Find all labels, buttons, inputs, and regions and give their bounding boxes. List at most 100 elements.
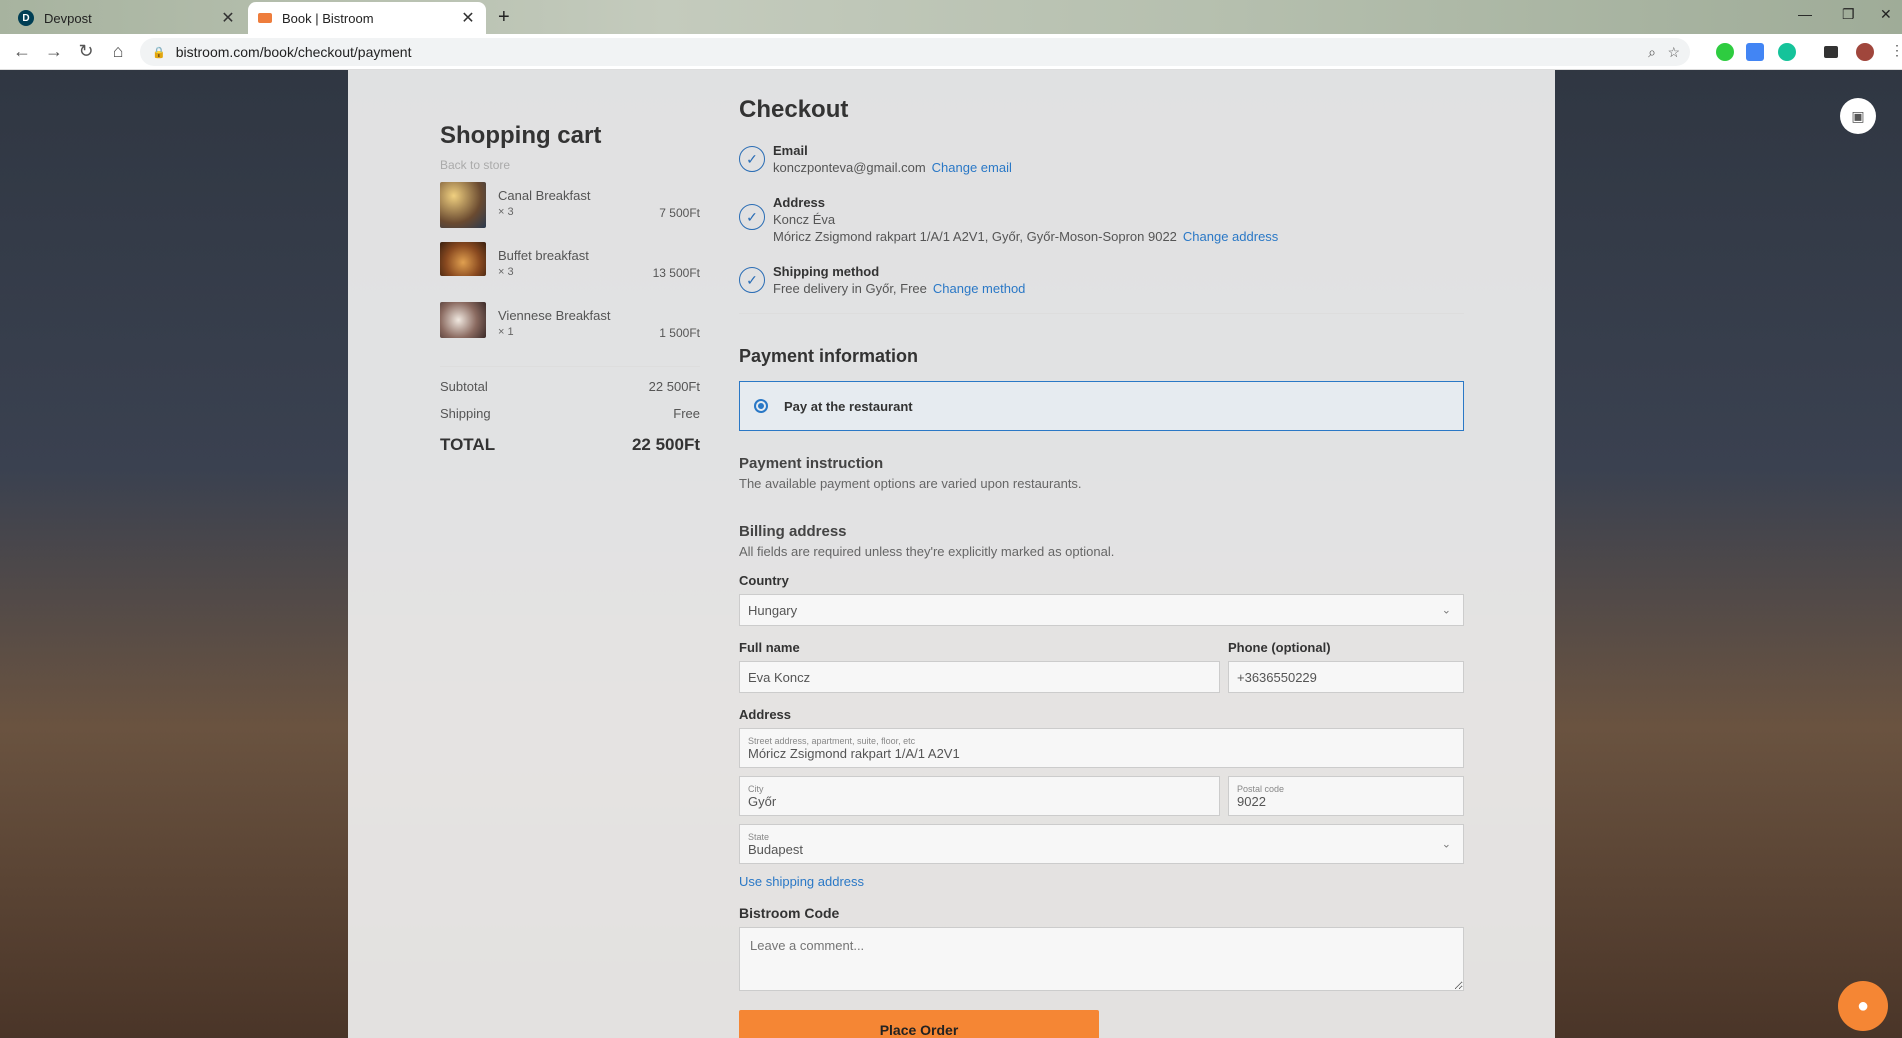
phone-label: Phone (optional) <box>1228 640 1331 655</box>
item-quantity: × 1 <box>498 326 514 338</box>
change-address-link[interactable]: Change address <box>1183 229 1278 244</box>
change-email-link[interactable]: Change email <box>932 160 1012 175</box>
subtotal-row: Subtotal 22 500Ft <box>440 379 700 394</box>
instruction-title: Payment instruction <box>739 455 884 472</box>
tab-title: Book | Bistroom <box>282 10 374 26</box>
url-text: bistroom.com/book/checkout/payment <box>175 44 412 60</box>
devpost-favicon-icon: D <box>18 10 34 26</box>
street-hint: Street address, apartment, suite, floor,… <box>748 735 916 746</box>
place-order-button[interactable]: Place Order <box>739 1010 1099 1038</box>
check-icon: ✓ <box>739 146 765 172</box>
bookmark-star-icon[interactable]: ☆ <box>1667 44 1680 61</box>
chevron-down-icon: ⌄ <box>1441 838 1451 851</box>
change-method-link[interactable]: Change method <box>933 281 1026 296</box>
divider <box>739 313 1464 314</box>
checkout-form: Checkout ✓ Email konczponteva@gmail.com C… <box>739 96 1464 1038</box>
fullname-label: Full name <box>739 640 800 655</box>
city-input[interactable]: City Győr <box>739 776 1220 816</box>
postal-hint: Postal code <box>1237 783 1285 794</box>
total-value: 22 500Ft <box>631 435 700 454</box>
email-value: konczponteva@gmail.com <box>773 160 926 175</box>
state-select[interactable]: State Budapest ⌄ <box>739 824 1464 864</box>
address-bar[interactable]: 🔒 bistroom.com/book/checkout/payment ⌕ ☆ <box>140 38 1690 66</box>
address-label: Address <box>773 195 826 210</box>
minimize-icon[interactable]: — <box>1798 6 1812 22</box>
fullname-value: Eva Koncz <box>748 669 811 685</box>
address-step: ✓ Address Koncz Éva Móricz Zsigmond rakp… <box>739 194 1464 245</box>
grammarly-icon[interactable] <box>1778 43 1796 61</box>
instruction-text: The available payment options are varied… <box>739 476 1082 491</box>
comment-textarea[interactable] <box>739 927 1464 991</box>
cart-title: Shopping cart <box>440 122 602 149</box>
item-name: Canal Breakfast <box>498 188 591 203</box>
browser-toolbar: ← → ↻ ⌂ 🔒 bistroom.com/book/checkout/pay… <box>0 34 1902 70</box>
chevron-down-icon: ⌄ <box>1441 604 1451 617</box>
total-row: TOTAL 22 500Ft <box>440 435 700 455</box>
close-tab-icon[interactable]: ✕ <box>220 8 236 28</box>
page-title: Checkout <box>739 96 849 123</box>
email-step: ✓ Email konczponteva@gmail.com Change ema… <box>739 142 1464 176</box>
tab-bar: D Devpost ✕ Book | Bistroom ✕ + — ❐ ✕ <box>0 0 1902 34</box>
chat-icon[interactable]: ● <box>1838 981 1888 1031</box>
tab-devpost[interactable]: D Devpost ✕ <box>8 2 246 34</box>
item-quantity: × 3 <box>498 206 514 218</box>
shipping-method-value: Free delivery in Győr, Free <box>773 281 927 296</box>
billing-note: All fields are required unless they're e… <box>739 544 1115 559</box>
street-input[interactable]: Street address, apartment, suite, floor,… <box>739 728 1464 768</box>
use-shipping-address-link[interactable]: Use shipping address <box>739 874 1464 889</box>
city-hint: City <box>748 783 764 794</box>
home-icon[interactable]: ⌂ <box>102 41 134 62</box>
postal-value: 9022 <box>1237 793 1266 809</box>
state-value: Budapest <box>748 841 803 857</box>
radio-selected-icon[interactable] <box>754 399 768 413</box>
item-thumbnail <box>440 242 486 276</box>
shipping-row: Shipping Free <box>440 406 700 421</box>
close-tab-icon[interactable]: ✕ <box>460 8 476 28</box>
street-value: Móricz Zsigmond rakpart 1/A/1 A2V1 <box>748 745 960 761</box>
state-hint: State <box>748 831 770 842</box>
phone-value: +3636550229 <box>1237 669 1317 685</box>
extension-icon[interactable] <box>1716 43 1734 61</box>
close-window-icon[interactable]: ✕ <box>1880 6 1892 23</box>
item-price: 13 500Ft <box>652 266 700 280</box>
cart-item: Canal Breakfast × 3 7 500Ft <box>440 182 700 232</box>
country-label: Country <box>739 573 789 588</box>
new-tab-icon[interactable]: + <box>498 6 510 29</box>
fullname-input[interactable]: Eva Koncz <box>739 661 1220 693</box>
menu-icon[interactable]: ⋮ <box>1890 42 1902 59</box>
item-quantity: × 3 <box>498 266 514 278</box>
postal-input[interactable]: Postal code 9022 <box>1228 776 1464 816</box>
address-name: Koncz Éva <box>773 212 836 227</box>
back-to-store-link[interactable]: Back to store <box>440 158 700 172</box>
divider <box>440 366 700 367</box>
item-name: Viennese Breakfast <box>498 308 611 323</box>
phone-input[interactable]: +3636550229 <box>1228 661 1464 693</box>
back-icon[interactable]: ← <box>6 41 38 62</box>
item-thumbnail <box>440 302 486 338</box>
restore-icon[interactable]: ❐ <box>1842 6 1855 23</box>
avatar[interactable] <box>1856 43 1874 61</box>
address-line: Móricz Zsigmond rakpart 1/A/1 A2V1, Győr… <box>773 229 1177 244</box>
shipping-method-label: Shipping method <box>773 264 880 279</box>
tab-title: Devpost <box>44 10 92 26</box>
check-icon: ✓ <box>739 204 765 230</box>
country-value: Hungary <box>748 602 798 618</box>
subtotal-value: 22 500Ft <box>648 379 700 394</box>
payment-option[interactable]: Pay at the restaurant <box>739 381 1464 431</box>
address-field-label: Address <box>739 707 792 722</box>
cart-item: Buffet breakfast × 3 13 500Ft <box>440 242 700 292</box>
city-value: Győr <box>748 793 777 809</box>
lock-icon: 🔒 <box>152 46 166 59</box>
zoom-icon[interactable]: ⌕ <box>1648 44 1656 61</box>
subtotal-label: Subtotal <box>440 379 488 394</box>
media-icon[interactable] <box>1824 46 1838 58</box>
shopping-bag-icon[interactable]: ▣ <box>1840 98 1876 134</box>
country-select[interactable]: Hungary ⌄ <box>739 594 1464 626</box>
reload-icon[interactable]: ↻ <box>70 41 102 62</box>
shipping-value: Free <box>673 406 700 421</box>
translate-icon[interactable] <box>1746 43 1764 61</box>
forward-icon[interactable]: → <box>38 41 70 62</box>
cart-item: Viennese Breakfast × 1 1 500Ft <box>440 302 700 352</box>
tab-bistroom[interactable]: Book | Bistroom ✕ <box>248 2 486 34</box>
total-label: TOTAL <box>440 435 496 454</box>
